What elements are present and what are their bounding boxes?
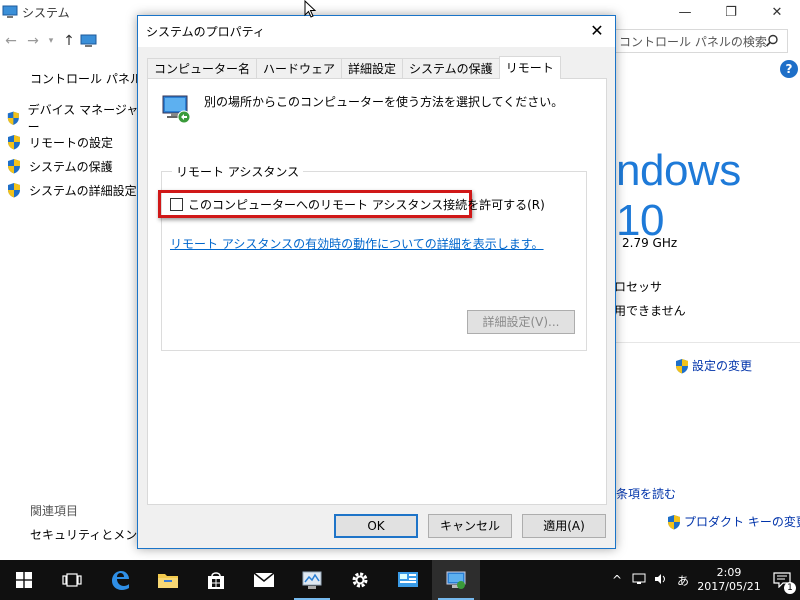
system-tray: ^ あ 2:09 2017/05/21 1 — [606, 560, 800, 600]
task-view-icon — [62, 573, 82, 587]
ok-button[interactable]: OK — [334, 514, 418, 538]
device-manager-link[interactable]: デバイス マネージャー — [6, 103, 140, 134]
link-label: システムの保護 — [29, 159, 113, 174]
mail-button[interactable] — [240, 560, 288, 600]
allow-remote-assistance-option[interactable]: このコンピューターへのリモート アシスタンス接続を許可する(R) — [170, 196, 545, 213]
notification-count-badge: 1 — [784, 582, 796, 594]
back-arrow-icon[interactable]: ← — [0, 33, 22, 49]
edge-icon — [112, 571, 129, 590]
cpu-speed: 2.79 GHz — [622, 236, 678, 250]
mail-icon — [253, 572, 275, 587]
uac-shield-icon — [8, 183, 20, 198]
intro-text: 別の場所からこのコンピューターを使う方法を選択してください。 — [204, 95, 564, 109]
remote-tab-panel: 別の場所からこのコンピューターを使う方法を選択してください。 リモート アシスタ… — [147, 78, 607, 505]
remote-computer-icon — [162, 95, 191, 124]
help-icon[interactable]: ? — [780, 60, 798, 78]
settings-button[interactable] — [336, 560, 384, 600]
clock[interactable]: 2:09 2017/05/21 — [694, 566, 764, 594]
apply-button[interactable]: 適用(A) — [522, 514, 606, 538]
tab-system-protection[interactable]: システムの保護 — [402, 58, 500, 79]
tab-strip: コンピューター名 ハードウェア 詳細設定 システムの保護 リモート — [147, 56, 561, 79]
start-button[interactable] — [0, 560, 48, 600]
system-info-button[interactable] — [384, 560, 432, 600]
system-properties-icon — [446, 571, 466, 589]
network-icon[interactable] — [628, 573, 650, 588]
close-window-button[interactable]: ✕ — [754, 0, 800, 24]
change-product-key-link[interactable]: プロダクト キーの変更 — [666, 513, 800, 530]
remote-assistance-details-link[interactable]: リモート アシスタンスの有効時の動作についての詳細を表示します。 — [170, 235, 544, 252]
system-properties-dialog: システムのプロパティ ✕ コンピューター名 ハードウェア 詳細設定 システムの保… — [137, 15, 616, 549]
advanced-system-settings-link[interactable]: システムの詳細設定 — [6, 178, 140, 202]
bg-window-title: システム — [22, 5, 70, 20]
control-panel-taskbar-button[interactable] — [288, 560, 336, 600]
license-terms-link[interactable]: 条項を読む — [616, 485, 676, 502]
taskbar: ^ あ 2:09 2017/05/21 1 — [0, 560, 800, 600]
divider — [616, 342, 800, 343]
maximize-button[interactable]: ❐ — [708, 0, 754, 24]
action-center-button[interactable]: 1 — [764, 560, 800, 600]
checkbox-label: このコンピューターへのリモート アシスタンス接続を許可する(R) — [188, 198, 545, 212]
system-protection-link[interactable]: システムの保護 — [6, 154, 140, 178]
search-input[interactable]: コントロール パネルの検索 — [612, 29, 788, 53]
recent-chevron-icon[interactable]: ▾ — [44, 36, 58, 46]
dialog-close-button[interactable]: ✕ — [587, 22, 607, 42]
window-controls: — ❐ ✕ — [662, 0, 800, 24]
windows-logo-icon — [16, 572, 32, 588]
uac-shield-icon — [676, 358, 688, 373]
advanced-settings-button: 詳細設定(V)... — [467, 310, 575, 334]
file-explorer-button[interactable] — [144, 560, 192, 600]
uac-shield-icon — [8, 135, 20, 150]
mouse-pointer-icon — [304, 0, 317, 18]
link-label: システムの詳細設定 — [29, 183, 137, 198]
tab-remote[interactable]: リモート — [498, 56, 561, 79]
dialog-titlebar: システムのプロパティ ✕ — [138, 16, 615, 47]
store-bag-icon — [208, 572, 224, 589]
ime-mode-indicator[interactable]: あ — [672, 572, 694, 589]
link-label: リモートの設定 — [29, 135, 114, 150]
up-arrow-icon[interactable]: ↑ — [58, 33, 80, 49]
uac-shield-icon — [7, 111, 19, 125]
allow-remote-assistance-checkbox[interactable] — [170, 198, 183, 211]
uac-shield-icon — [8, 159, 20, 174]
breadcrumb-computer-icon — [80, 34, 97, 47]
clock-time: 2:09 — [716, 566, 742, 579]
link-label: プロダクト キーの変更 — [684, 515, 800, 529]
cancel-button[interactable]: キャンセル — [428, 514, 512, 538]
left-pane-links: デバイス マネージャー リモートの設定 システムの保護 システムの詳細設定 — [6, 103, 140, 202]
store-button[interactable] — [192, 560, 240, 600]
dialog-title: システムのプロパティ — [146, 25, 265, 39]
processor-type: ロセッサ — [614, 280, 663, 294]
pen-touch-info: 用できません — [614, 304, 686, 318]
task-view-button[interactable] — [48, 560, 96, 600]
control-panel-icon — [302, 571, 322, 589]
system-properties-taskbar-button[interactable] — [432, 560, 480, 600]
gear-icon — [352, 572, 368, 588]
search-icon[interactable] — [765, 34, 779, 48]
link-label: 設定の変更 — [692, 359, 753, 373]
uac-shield-icon — [668, 514, 680, 529]
related-heading: 関連項目 — [30, 504, 79, 518]
show-hidden-icons-chevron-icon[interactable]: ^ — [606, 573, 628, 587]
edge-browser-button[interactable] — [96, 560, 144, 600]
search-placeholder: コントロール パネルの検索 — [619, 34, 767, 49]
tab-advanced[interactable]: 詳細設定 — [341, 58, 404, 79]
tab-computer-name[interactable]: コンピューター名 — [147, 58, 258, 79]
computer-icon — [2, 5, 18, 18]
windows-10-logo-text: ndows 10 — [616, 146, 741, 245]
link-label: デバイス マネージャー — [27, 103, 139, 134]
group-label: リモート アシスタンス — [172, 163, 304, 180]
volume-icon[interactable] — [650, 573, 672, 588]
forward-arrow-icon[interactable]: → — [22, 33, 44, 49]
minimize-button[interactable]: — — [662, 0, 708, 24]
system-info-icon — [398, 572, 418, 587]
folder-icon — [158, 574, 178, 588]
remote-assistance-group: リモート アシスタンス このコンピューターへのリモート アシスタンス接続を許可す… — [158, 163, 587, 351]
change-settings-link[interactable]: 設定の変更 — [674, 357, 752, 374]
clock-date: 2017/05/21 — [697, 580, 761, 593]
tab-hardware[interactable]: ハードウェア — [256, 58, 343, 79]
